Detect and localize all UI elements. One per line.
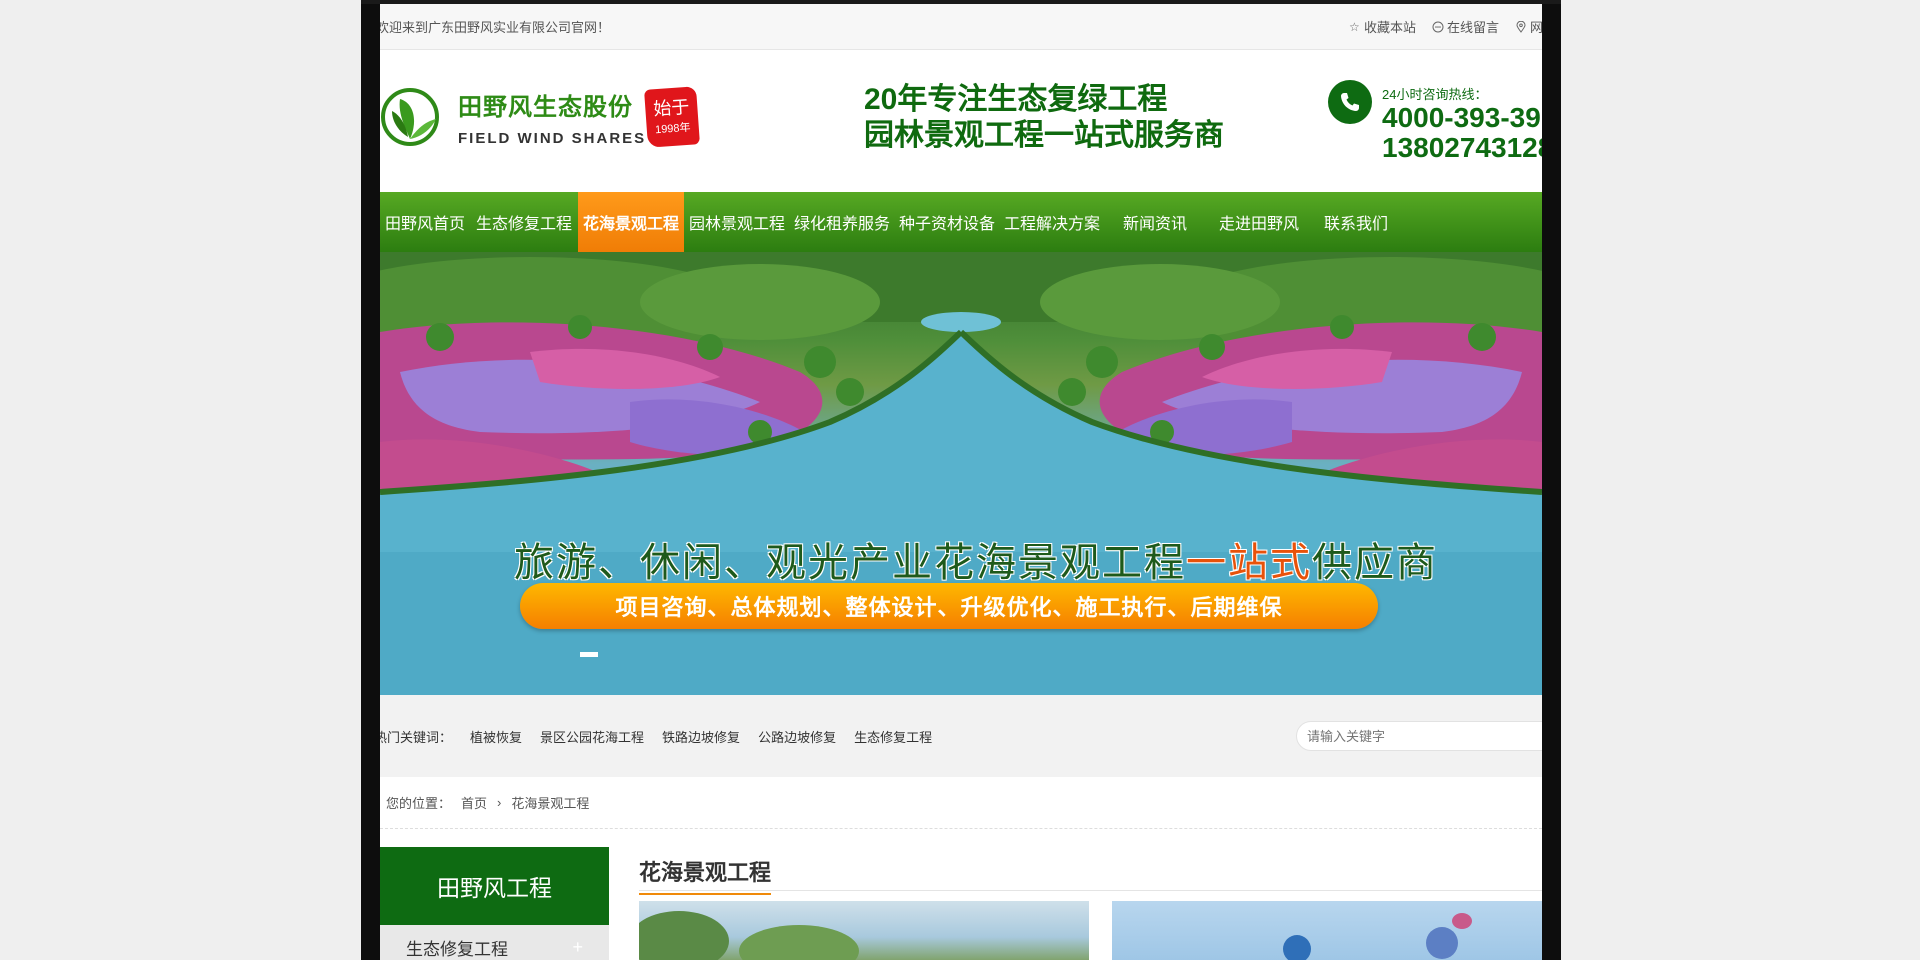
message-label: 在线留言 (1446, 20, 1499, 35)
nav-item-home[interactable]: 田野风首页 (380, 192, 470, 252)
window-frame-left (361, 0, 380, 960)
favorite-label: 收藏本站 (1363, 20, 1416, 35)
breadcrumb-label: 您的位置： (386, 796, 452, 811)
breadcrumb-current: 花海景观工程 (511, 796, 590, 811)
page-content: 田野风工程 生态修复工程 + 花海景观工程 (380, 829, 1542, 960)
plus-icon: + (572, 936, 583, 957)
welcome-text: 欢迎来到广东田野风实业有限公司官网！ (380, 20, 611, 35)
slogan-line-2: 园林景观工程一站式服务商 (864, 119, 1224, 152)
nav-item-seeds-equipment[interactable]: 种子资材设备 (894, 192, 1000, 252)
top-links: ☆ 收藏本站 在线留言 网站 (1349, 17, 1542, 36)
keyword-link[interactable]: 植被恢复 (470, 727, 522, 746)
nav-item-ecological-restoration[interactable]: 生态修复工程 (470, 192, 578, 252)
nav-item-solutions[interactable]: 工程解决方案 (1000, 192, 1104, 252)
nav-item-news[interactable]: 新闻资讯 (1104, 192, 1206, 252)
seal-year: 1998年 (654, 121, 691, 137)
breadcrumb-home[interactable]: 首页 (461, 793, 487, 812)
hero-banner[interactable]: 旅游、休闲、观光产业花海景观工程一站式供应商 项目咨询、总体规划、整体设计、升级… (380, 252, 1542, 695)
chat-icon (1432, 21, 1444, 33)
since-seal: 始于 1998年 (644, 86, 700, 148)
site-logo[interactable]: 田野风生态股份 FIELD WIND SHARES (380, 81, 646, 153)
leaf-logo-icon (380, 81, 442, 153)
section-divider (639, 890, 1542, 891)
message-link[interactable]: 在线留言 (1432, 17, 1499, 36)
breadcrumb: 您的位置： 首页 › 花海景观工程 (380, 777, 1542, 829)
header-slogan: 20年专注生态复绿工程 园林景观工程一站式服务商 (864, 82, 1224, 154)
search-box (1296, 721, 1542, 751)
keyword-link[interactable]: 景区公园花海工程 (540, 727, 644, 746)
logo-english-name: FIELD WIND SHARES (458, 130, 647, 147)
banner-services-pill: 项目咨询、总体规划、整体设计、升级优化、施工执行、后期维保 (520, 583, 1378, 629)
sitemap-label: 网站 (1529, 20, 1542, 35)
nav-item-contact[interactable]: 联系我们 (1312, 192, 1400, 252)
project-thumbnail[interactable] (639, 901, 1089, 960)
banner-title-end: 供应商 (1312, 540, 1438, 586)
keyword-link[interactable]: 生态修复工程 (854, 727, 932, 746)
keyword-link[interactable]: 公路边坡修复 (758, 727, 836, 746)
main-nav: 田野风首页 生态修复工程 花海景观工程 园林景观工程 绿化租养服务 种子资材设备… (380, 192, 1542, 252)
site-header: 田野风生态股份 FIELD WIND SHARES 始于 1998年 20年专注… (380, 50, 1542, 192)
sitemap-link[interactable]: 网站 (1515, 17, 1542, 36)
project-photo (1283, 913, 1472, 960)
hot-keywords-label: 热门关键词： (380, 729, 453, 745)
slogan-line-1: 20年专注生态复绿工程 (864, 83, 1168, 116)
banner-title-main: 旅游、休闲、观光产业花海景观工程 (514, 540, 1186, 586)
star-icon: ☆ (1348, 19, 1360, 34)
sidebar-heading: 田野风工程 (380, 847, 609, 925)
search-input[interactable] (1307, 728, 1537, 744)
keyword-link[interactable]: 铁路边坡修复 (662, 727, 740, 746)
sidebar-item-label: 生态修复工程 (406, 939, 508, 959)
section-title: 花海景观工程 (639, 855, 772, 895)
nav-item-about[interactable]: 走进田野风 (1206, 192, 1312, 252)
nav-item-garden-landscape[interactable]: 园林景观工程 (684, 192, 790, 252)
hotline-number-1: 4000-393-39 (1382, 102, 1541, 133)
seal-text: 始于 (652, 96, 691, 121)
banner-title-highlight: 一站式 (1186, 540, 1312, 586)
hotline-number-2: 13802743128 (1382, 132, 1542, 163)
hot-keywords: 热门关键词： 植被恢复 景区公园花海工程 铁路边坡修复 公路边坡修复 生态修复工… (380, 727, 932, 746)
page-viewport: 欢迎来到广东田野风实业有限公司官网！ ☆ 收藏本站 在线留言 网站 (380, 4, 1542, 960)
chevron-right-icon: › (497, 795, 502, 810)
logo-chinese-name: 田野风生态股份 (458, 94, 633, 121)
nav-item-greening-rental[interactable]: 绿化租养服务 (790, 192, 894, 252)
hotline-text: 24小时咨询热线： 4000-393-39 13802743128 (1382, 80, 1542, 163)
favorite-link[interactable]: ☆ 收藏本站 (1349, 17, 1416, 36)
nav-item-flower-sea[interactable]: 花海景观工程 (578, 192, 684, 252)
sidebar-item-ecological-restoration[interactable]: 生态修复工程 + (380, 925, 609, 960)
project-thumbnail[interactable] (1112, 901, 1542, 960)
hotline-label: 24小时咨询热线： (1382, 87, 1488, 102)
phone-icon (1328, 80, 1372, 124)
hotline-block: 24小时咨询热线： 4000-393-39 13802743128 (1328, 80, 1542, 163)
location-pin-icon (1515, 20, 1527, 33)
project-photo (639, 911, 859, 960)
keyword-bar: 热门关键词： 植被恢复 景区公园花海工程 铁路边坡修复 公路边坡修复 生态修复工… (380, 695, 1542, 777)
top-info-bar: 欢迎来到广东田野风实业有限公司官网！ ☆ 收藏本站 在线留言 网站 (380, 4, 1542, 50)
logo-text: 田野风生态股份 FIELD WIND SHARES (458, 87, 646, 147)
banner-title: 旅游、休闲、观光产业花海景观工程一站式供应商 (514, 530, 1438, 588)
window-frame-right (1542, 0, 1561, 960)
